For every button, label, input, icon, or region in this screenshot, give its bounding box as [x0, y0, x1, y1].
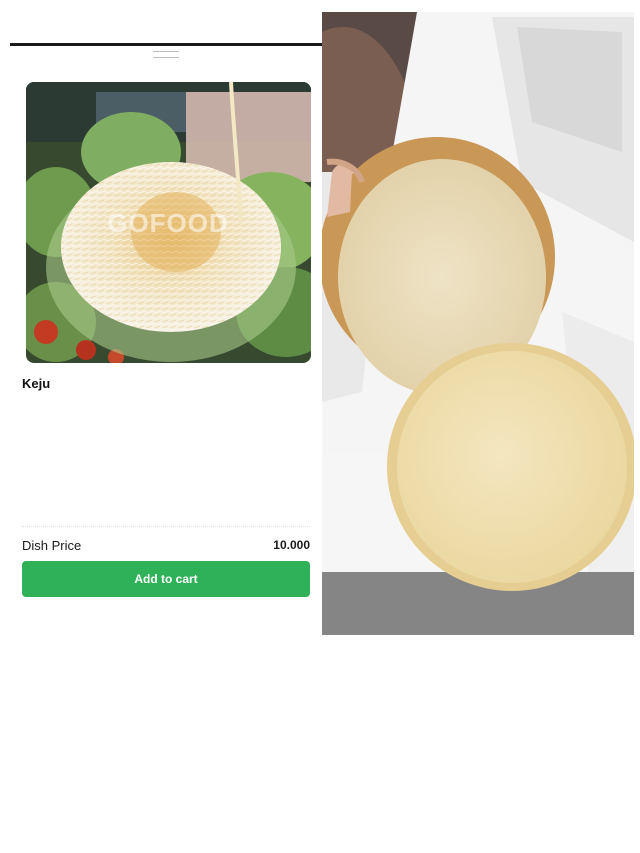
price-value: 10.000	[273, 538, 310, 552]
price-row: Dish Price 10.000	[22, 537, 310, 553]
sheet-drag-handle[interactable]	[153, 51, 179, 58]
add-to-cart-button[interactable]: Add to cart	[22, 561, 310, 597]
price-label: Dish Price	[22, 537, 82, 553]
bread-photo	[322, 12, 634, 635]
header-divider	[10, 43, 322, 46]
dish-photo: GOFOOD	[26, 82, 311, 363]
photo-watermark: GOFOOD	[107, 208, 229, 238]
price-divider	[22, 526, 310, 527]
dish-name: Keju	[22, 376, 51, 391]
